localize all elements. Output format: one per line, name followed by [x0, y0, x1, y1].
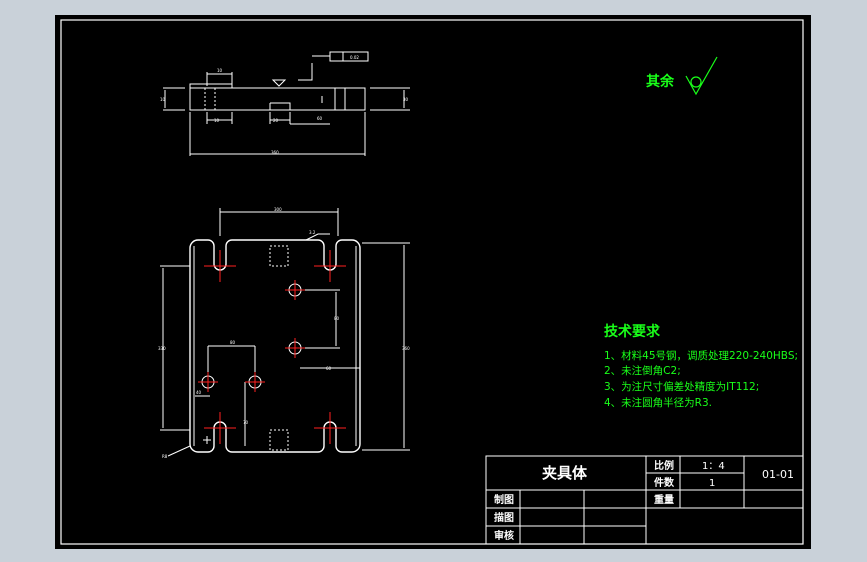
svg-text:10: 10 — [214, 118, 220, 123]
svg-text:3.2: 3.2 — [309, 230, 316, 235]
scale-value: 1：4 — [702, 461, 725, 472]
scale-label: 比例 — [654, 459, 674, 472]
tech-req-item: 1、材料45号钢，调质处理220-240HBS; — [604, 349, 798, 362]
drawing-number: 01-01 — [762, 468, 794, 481]
svg-text:300: 300 — [274, 207, 282, 212]
svg-text:R8: R8 — [162, 454, 168, 459]
tech-req-title: 技术要求 — [604, 323, 661, 340]
svg-text:80: 80 — [230, 340, 236, 345]
svg-text:330: 330 — [158, 346, 166, 351]
quantity-label: 件数 — [654, 476, 675, 489]
svg-text:70: 70 — [243, 420, 249, 425]
svg-text:10: 10 — [217, 68, 223, 73]
weight-label: 重量 — [654, 493, 674, 506]
svg-text:10: 10 — [160, 97, 166, 102]
surface-rest-label: 其余 — [646, 73, 675, 90]
svg-text:360: 360 — [402, 346, 410, 351]
cad-viewport[interactable]: 360 10 10 20 60 30 10 0.02 300 360 330 8… — [0, 0, 867, 562]
svg-text:20: 20 — [273, 118, 279, 123]
tech-req-item: 4、未注圆角半径为R3. — [604, 396, 712, 409]
svg-text:80: 80 — [334, 316, 340, 321]
svg-text:60: 60 — [317, 116, 323, 121]
tech-req-item: 2、未注倒角C2; — [604, 364, 681, 377]
title-row-checked: 审核 — [494, 529, 514, 542]
svg-text:0.02: 0.02 — [350, 55, 359, 60]
quantity-value: 1 — [709, 478, 715, 489]
part-name: 夹具体 — [542, 464, 588, 482]
svg-text:40: 40 — [196, 390, 202, 395]
svg-text:360: 360 — [271, 150, 279, 155]
tech-req-item: 3、为注尺寸偏差处精度为IT112; — [604, 380, 759, 393]
svg-text:60: 60 — [326, 366, 332, 371]
title-row-drawn: 制图 — [494, 493, 514, 506]
drawing-sheet — [55, 15, 811, 549]
svg-text:30: 30 — [403, 97, 409, 102]
title-row-traced: 描图 — [494, 511, 514, 524]
